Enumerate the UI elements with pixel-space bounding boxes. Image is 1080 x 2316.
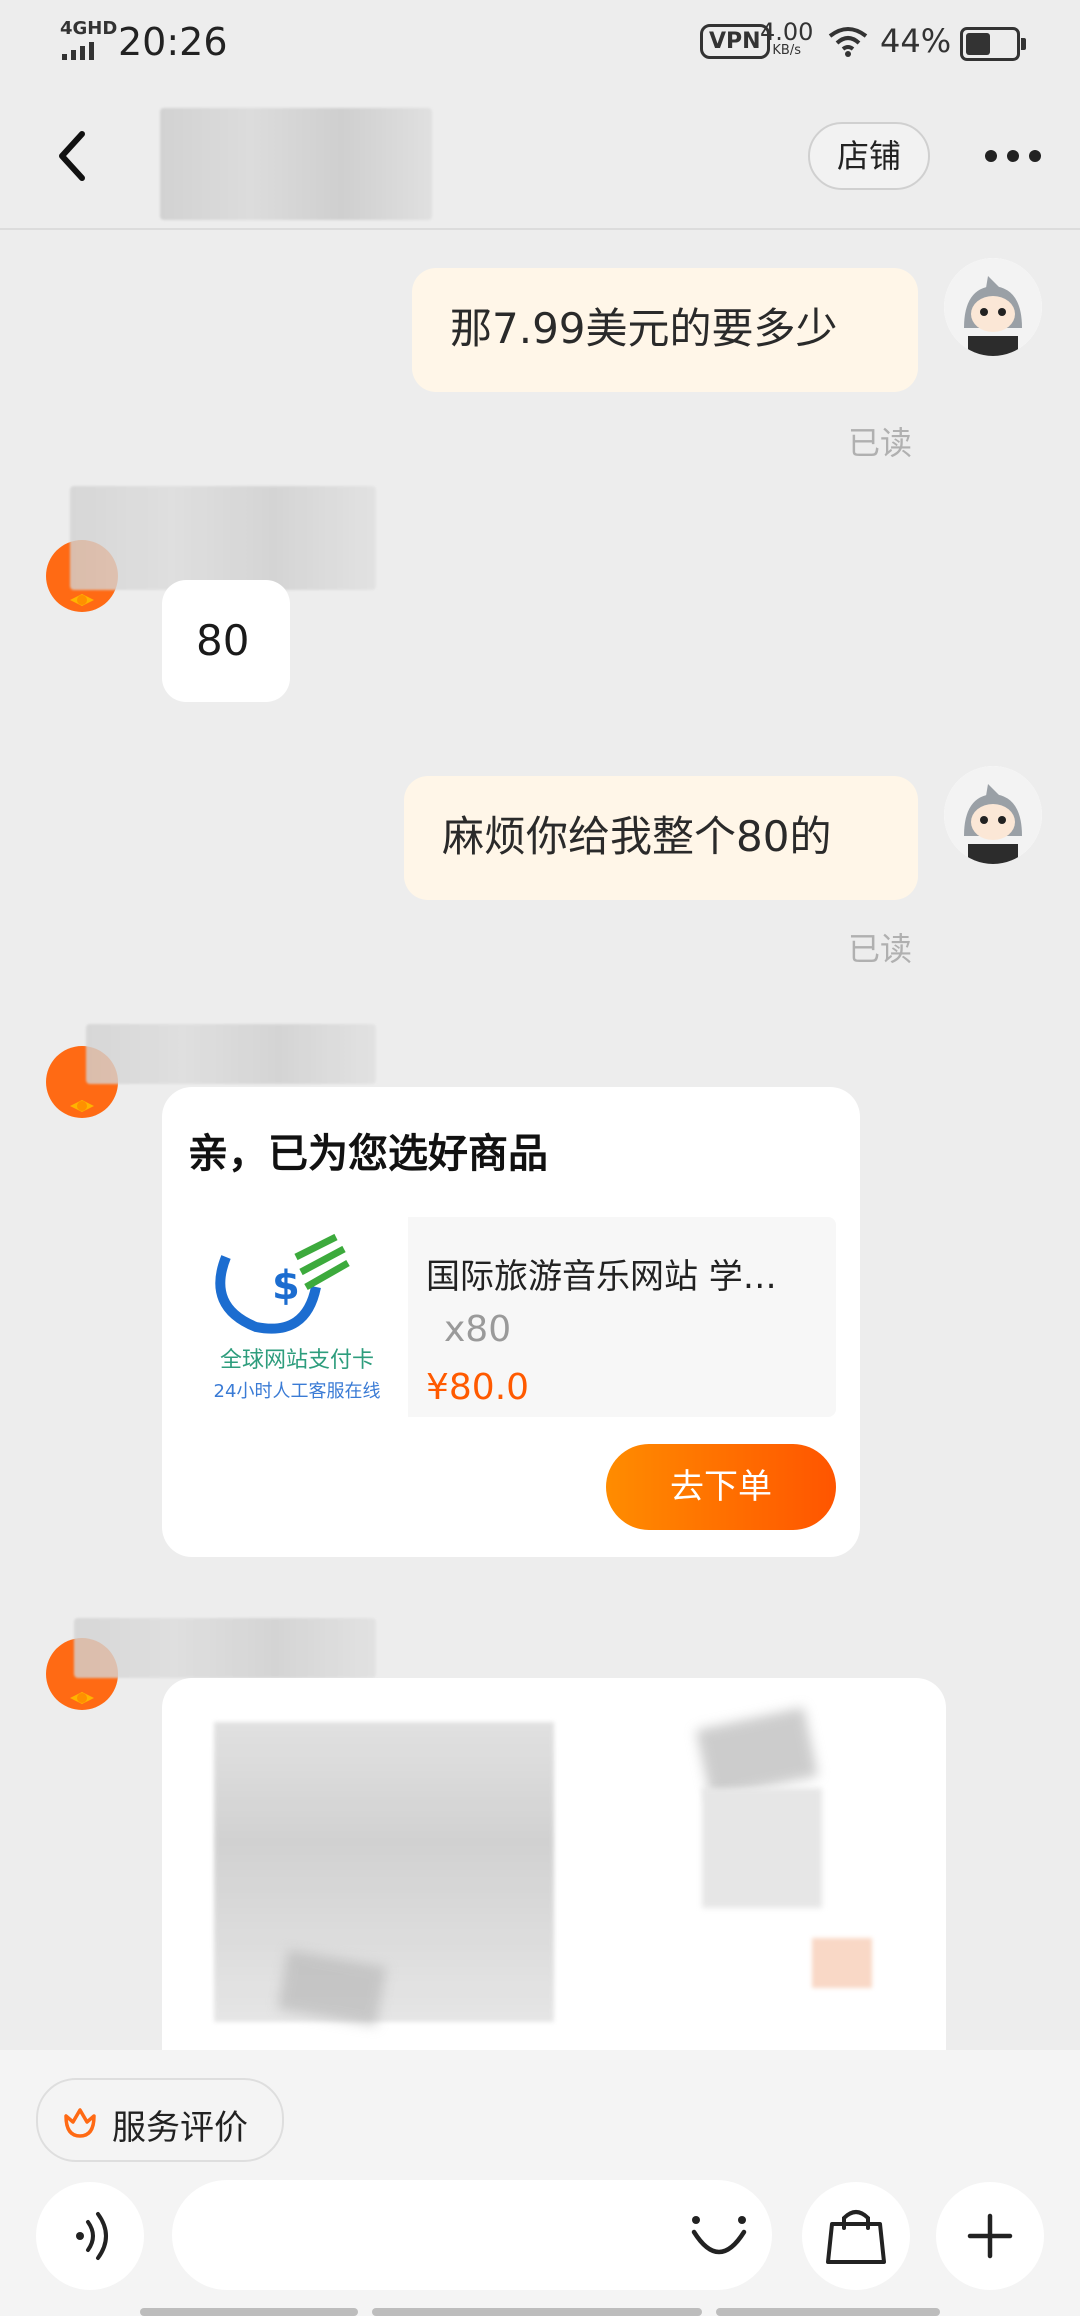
product-card[interactable]: 亲，已为您选好商品 $ 全球网站支付卡 24小时人工客服在线 国际旅游音乐网站 … [162, 1087, 860, 1557]
user-avatar[interactable] [944, 766, 1042, 864]
product-image-caption-2: 24小时人工客服在线 [214, 1381, 381, 1402]
message-bubble-received: 80 [162, 580, 290, 702]
product-quantity: x80 [444, 1309, 512, 1350]
card-title: 亲，已为您选好商品 [188, 1131, 548, 1177]
read-status: 已读 [848, 930, 913, 968]
user-avatar[interactable] [944, 258, 1042, 356]
voice-button[interactable] [36, 2182, 144, 2290]
redacted-message [162, 1678, 946, 2050]
speed-value: 4.00 [760, 18, 814, 46]
sender-name-redacted [74, 1618, 376, 1678]
shop-name-redacted [160, 108, 432, 220]
gesture-bar [716, 2308, 940, 2316]
shopping-bag-button[interactable] [802, 2182, 910, 2290]
product-image: $ 全球网站支付卡 24小时人工客服在线 [186, 1217, 408, 1417]
emoji-icon[interactable] [684, 2202, 754, 2272]
message-text: 那7.99美元的要多少 [450, 304, 838, 353]
product-image-caption-1: 全球网站支付卡 [220, 1348, 374, 1373]
shop-button[interactable]: 店铺 [808, 122, 930, 190]
status-bar: 4GHD 20:26 VPN 4.00 KB/s 44% [0, 0, 1080, 80]
gesture-bar [140, 2308, 358, 2316]
product-name: 国际旅游音乐网站 学… [426, 1257, 777, 1297]
speed-unit: KB/s [772, 43, 802, 58]
place-order-button[interactable]: 去下单 [606, 1444, 836, 1530]
gesture-bar [372, 2308, 702, 2316]
product-item[interactable]: $ 全球网站支付卡 24小时人工客服在线 国际旅游音乐网站 学… x80 ¥80… [186, 1217, 836, 1417]
svg-text:$: $ [272, 1263, 300, 1309]
bottom-bar: 服务评价 [0, 2050, 1080, 2316]
sender-name-redacted [86, 1024, 376, 1084]
back-icon[interactable] [50, 126, 96, 186]
flower-icon [64, 2108, 96, 2138]
message-text: 麻烦你给我整个80的 [442, 812, 832, 861]
plus-icon [967, 2213, 1013, 2259]
message-input[interactable] [172, 2180, 772, 2290]
clock: 20:26 [118, 20, 228, 64]
network-speed: 4.00 KB/s [760, 20, 813, 58]
service-review-label: 服务评价 [112, 2108, 248, 2148]
message-bubble-sent: 麻烦你给我整个80的 [404, 776, 918, 900]
shopping-bag-icon [826, 2210, 886, 2264]
product-price: ¥80.0 [426, 1367, 530, 1408]
chat-header: 店铺 [0, 80, 1080, 230]
voice-icon [76, 2212, 108, 2260]
message-bubble-sent: 那7.99美元的要多少 [412, 268, 918, 392]
more-options-icon[interactable] [985, 150, 1041, 162]
battery-percent: 44% [880, 22, 952, 60]
more-actions-button[interactable] [936, 2182, 1044, 2290]
sender-name-redacted [70, 486, 376, 590]
message-text: 80 [196, 616, 250, 665]
battery-icon [960, 27, 1026, 61]
signal-icon [62, 42, 94, 60]
read-status: 已读 [848, 424, 913, 462]
service-review-button[interactable]: 服务评价 [36, 2078, 284, 2162]
wifi-icon [828, 27, 868, 57]
network-type: 4GHD [60, 18, 118, 39]
